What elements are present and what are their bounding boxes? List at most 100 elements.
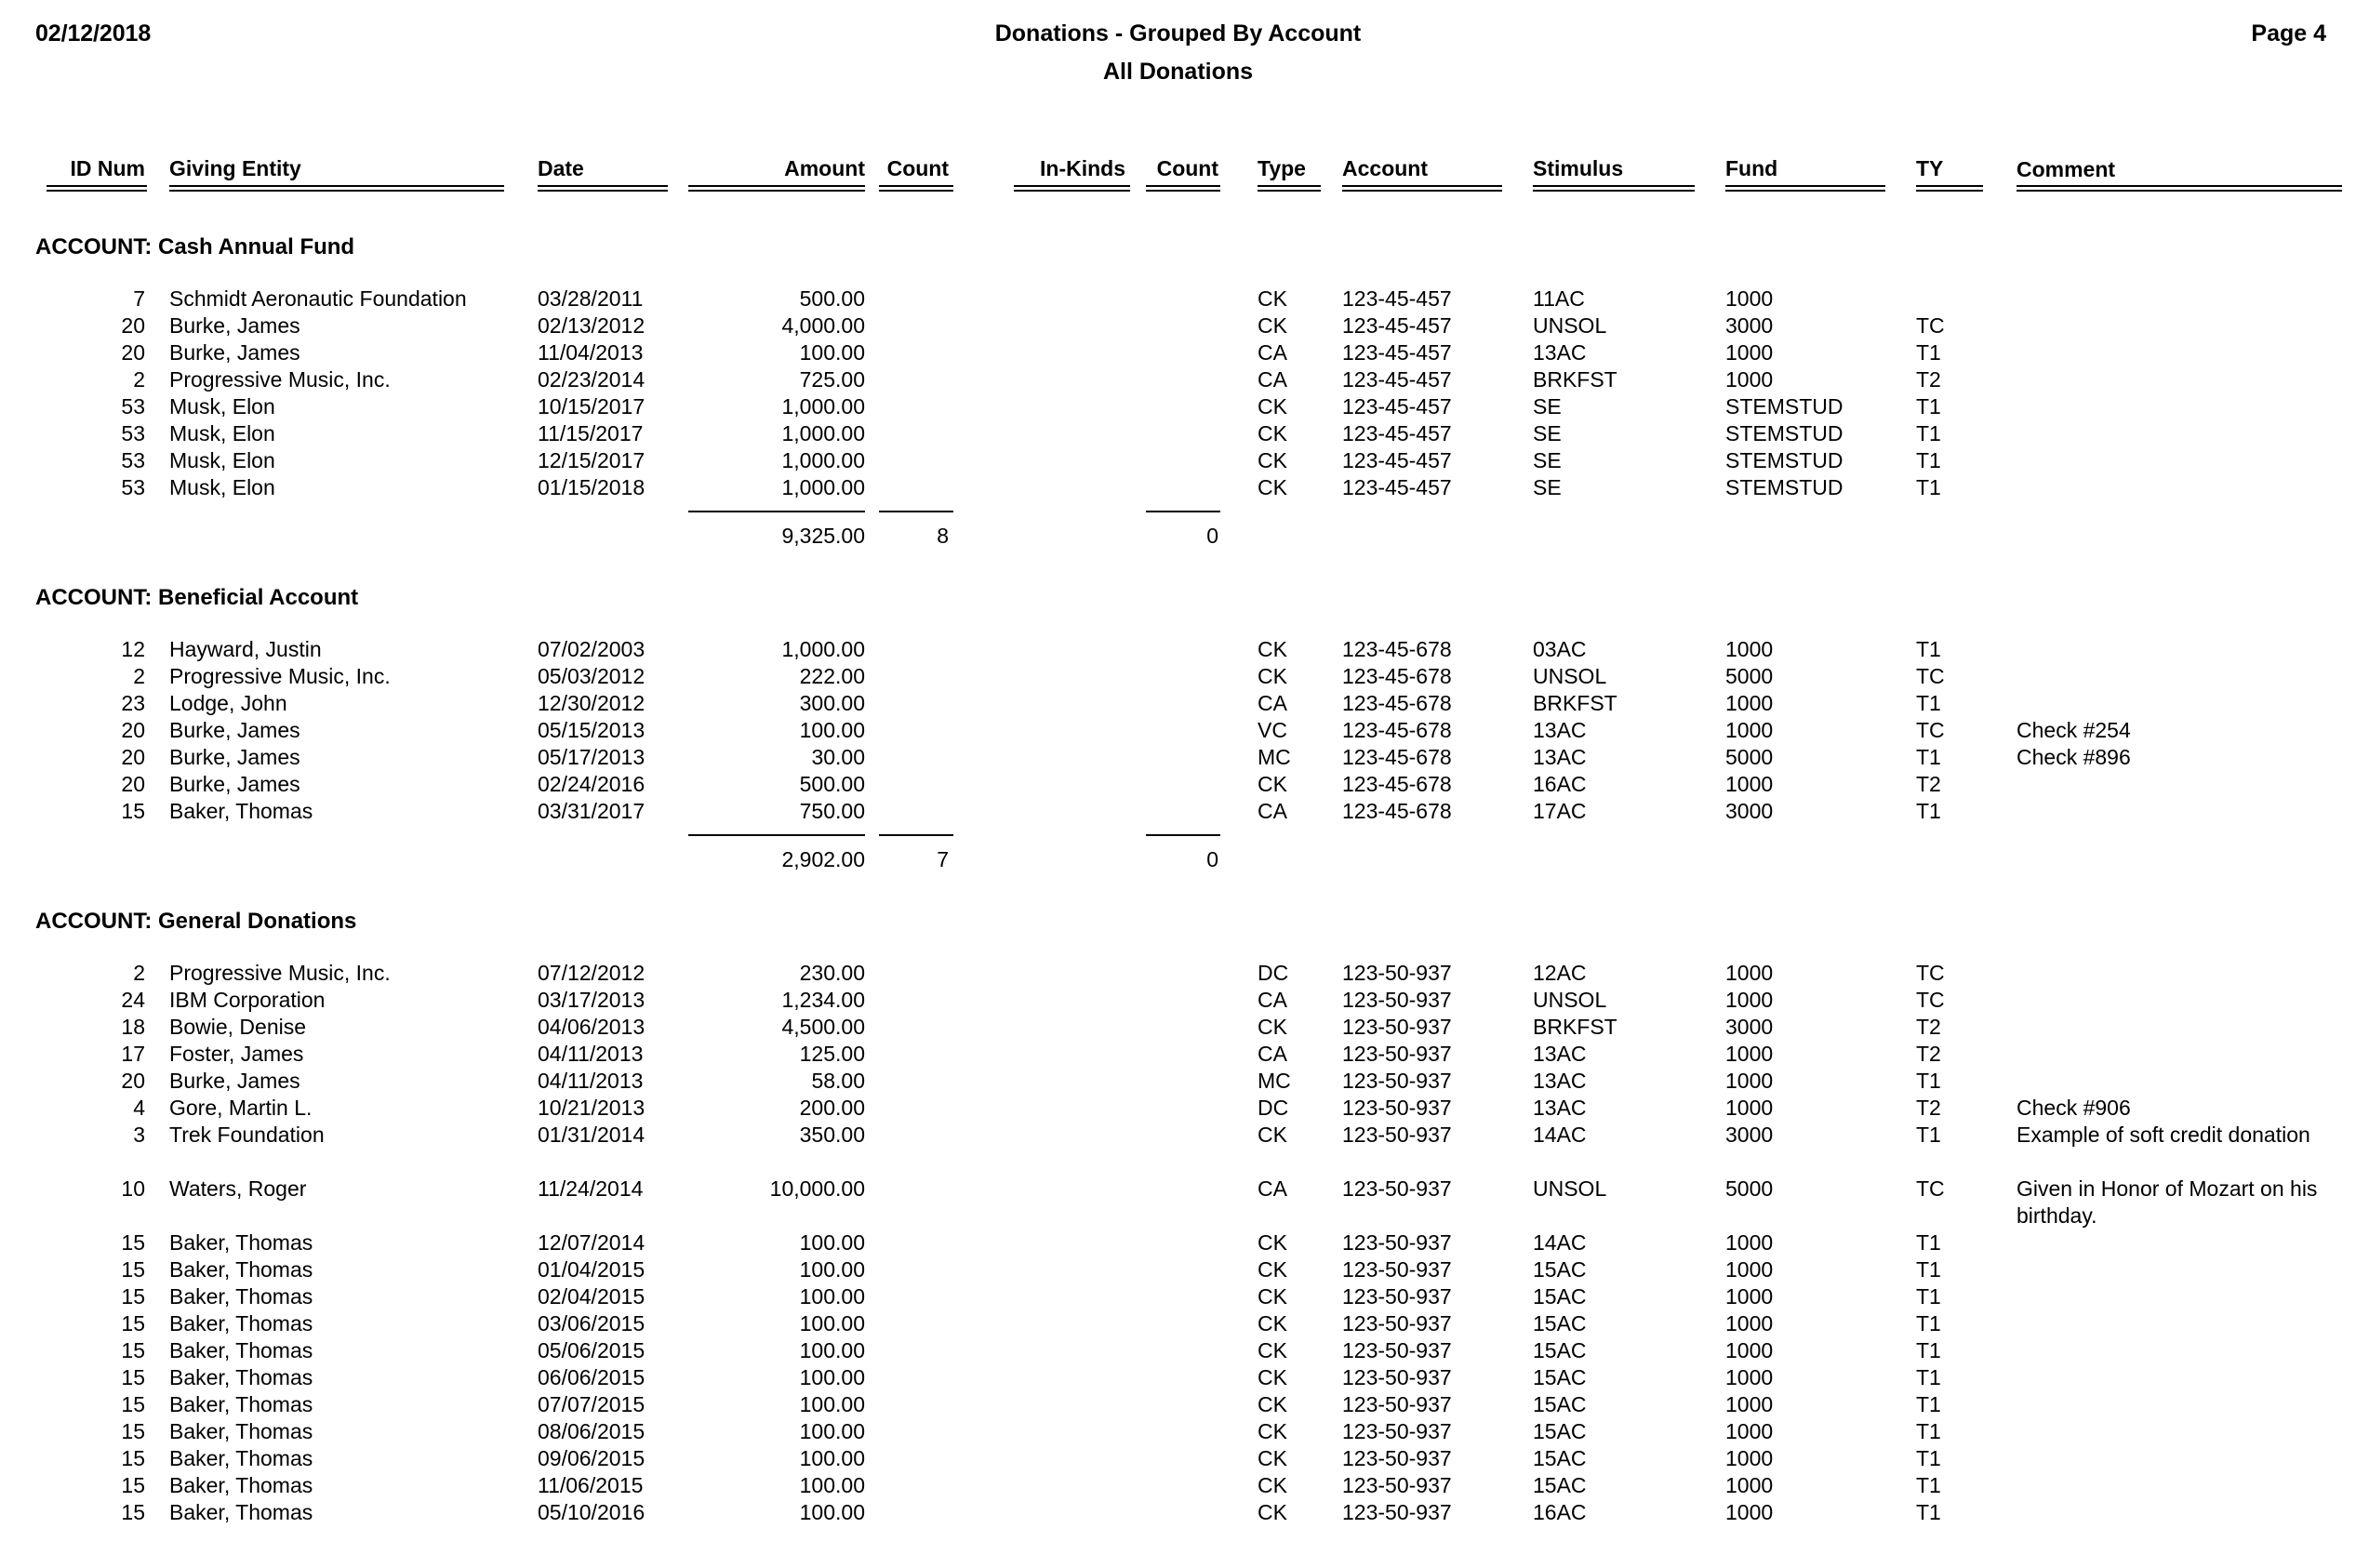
cell-date: 02/04/2015 [538, 1284, 646, 1309]
cell-ty: T1 [1916, 340, 1941, 365]
cell-ty: T2 [1916, 772, 1941, 796]
cell-account: 123-50-937 [1342, 1123, 1452, 1147]
cell-type: CK [1258, 394, 1287, 419]
cell-date: 02/24/2016 [538, 772, 646, 796]
table-row: 15 Baker, Thomas 02/04/2015 100.00 CK 123-50-… [0, 1283, 2356, 1310]
report-page: 02/12/2018 Donations - Grouped By Accoun… [0, 0, 2356, 1568]
cell-account: 123-50-937 [1342, 1257, 1452, 1282]
cell-account: 123-50-937 [1342, 988, 1452, 1012]
column-header-rule [169, 185, 504, 187]
cell-type: CA [1258, 367, 1287, 392]
cell-account: 123-50-937 [1342, 1392, 1452, 1416]
cell-fund: 1000 [1725, 691, 1774, 715]
cell-stimulus: 15AC [1533, 1284, 1587, 1309]
cell-stimulus: 13AC [1533, 1042, 1587, 1066]
cell-id-num: 7 [133, 286, 145, 311]
cell-fund: 1000 [1725, 772, 1774, 796]
cell-account: 123-50-937 [1342, 1473, 1452, 1497]
cell-id-num: 15 [121, 1284, 145, 1309]
cell-account: 123-45-678 [1342, 772, 1452, 796]
cell-giving-entity: Musk, Elon [169, 394, 275, 419]
cell-stimulus: 15AC [1533, 1419, 1587, 1443]
column-header-rule [1014, 190, 1130, 192]
cell-date: 04/11/2013 [538, 1069, 644, 1093]
cell-amount: 750.00 [799, 799, 865, 823]
cell-amount: 30.00 [811, 745, 865, 769]
cell-type: CA [1258, 799, 1287, 823]
cell-fund: 1000 [1725, 988, 1774, 1012]
cell-id-num: 3 [133, 1123, 145, 1147]
cell-account: 123-50-937 [1342, 1446, 1452, 1470]
cell-amount: 230.00 [799, 961, 865, 985]
cell-fund: 1000 [1725, 637, 1774, 661]
cell-amount: 100.00 [799, 1392, 865, 1416]
cell-ty: T1 [1916, 1500, 1941, 1524]
cell-ty: T1 [1916, 1365, 1941, 1389]
cell-giving-entity: Musk, Elon [169, 448, 275, 472]
cell-type: CK [1258, 1015, 1287, 1039]
column-header-count: Count [886, 156, 949, 180]
cell-type: VC [1258, 718, 1287, 742]
cell-ty: T2 [1916, 1042, 1941, 1066]
cell-ty: T1 [1916, 745, 1941, 769]
cell-stimulus: BRKFST [1533, 367, 1617, 392]
cell-type: CK [1258, 1500, 1287, 1524]
cell-ty: T1 [1916, 1257, 1941, 1282]
cell-id-num: 53 [121, 394, 145, 419]
cell-id-num: 20 [121, 340, 145, 365]
table-row: 15 Baker, Thomas 03/31/2017 750.00 CA 123-45-… [0, 798, 2356, 825]
cell-account: 123-45-457 [1342, 286, 1452, 311]
cell-date: 03/17/2013 [538, 988, 646, 1012]
cell-account: 123-45-457 [1342, 475, 1452, 499]
cell-stimulus: 15AC [1533, 1392, 1587, 1416]
cell-account: 123-45-678 [1342, 691, 1452, 715]
cell-comment: Check #906 [2017, 1096, 2131, 1120]
cell-comment: Check #896 [2017, 745, 2131, 769]
column-header-account: Account [1342, 156, 1428, 180]
cell-fund: 1000 [1725, 367, 1774, 392]
cell-amount: 100.00 [799, 1500, 865, 1524]
column-header-rule [1533, 185, 1695, 187]
subtotal-rule [879, 834, 953, 836]
cell-id-num: 20 [121, 772, 145, 796]
cell-stimulus: UNSOL [1533, 313, 1607, 338]
cell-id-num: 2 [133, 664, 145, 688]
cell-fund: 1000 [1725, 1338, 1774, 1362]
cell-id-num: 53 [121, 421, 145, 445]
cell-date: 10/15/2017 [538, 394, 646, 419]
cell-ty: T1 [1916, 1311, 1941, 1335]
table-row: 18 Bowie, Denise 04/06/2013 4,500.00 CK 123-5… [0, 1014, 2356, 1041]
table-row: 15 Baker, Thomas 09/06/2015 100.00 CK 123-50-… [0, 1445, 2356, 1472]
cell-date: 05/10/2016 [538, 1500, 646, 1524]
cell-comment: Example of soft credit donation [2017, 1123, 2310, 1147]
cell-id-num: 15 [121, 1257, 145, 1282]
cell-giving-entity: Foster, James [169, 1042, 304, 1066]
cell-giving-entity: Schmidt Aeronautic Foundation [169, 286, 467, 311]
table-column-headers: ID Num Giving Entity Date Amount Count In-Kin… [0, 156, 2356, 193]
subtotal-row: 2,902.00 7 0 [0, 846, 2356, 873]
cell-date: 11/04/2013 [538, 340, 644, 365]
cell-fund: 1000 [1725, 1446, 1774, 1470]
cell-amount: 100.00 [799, 1338, 865, 1362]
column-header-count2: Count [1156, 156, 1218, 180]
cell-stimulus: BRKFST [1533, 1015, 1617, 1039]
cell-account: 123-50-937 [1342, 1096, 1452, 1120]
cell-ty: TC [1916, 313, 1945, 338]
cell-type: DC [1258, 961, 1289, 985]
cell-fund: 1000 [1725, 1365, 1774, 1389]
cell-stimulus: 15AC [1533, 1338, 1587, 1362]
cell-stimulus: 13AC [1533, 1069, 1587, 1093]
cell-date: 09/06/2015 [538, 1446, 646, 1470]
cell-amount: 350.00 [799, 1123, 865, 1147]
cell-id-num: 20 [121, 718, 145, 742]
cell-stimulus: 15AC [1533, 1257, 1587, 1282]
table-row: 3 Trek Foundation 01/31/2014 350.00 CK 123-50… [0, 1122, 2356, 1149]
cell-ty: T1 [1916, 1446, 1941, 1470]
cell-account: 123-50-937 [1342, 1042, 1452, 1066]
cell-fund: STEMSTUD [1725, 421, 1844, 445]
cell-date: 08/06/2015 [538, 1419, 646, 1443]
cell-date: 03/06/2015 [538, 1311, 646, 1335]
column-header-id-num: ID Num [70, 156, 146, 180]
cell-giving-entity: Progressive Music, Inc. [169, 961, 391, 985]
cell-id-num: 15 [121, 1338, 145, 1362]
